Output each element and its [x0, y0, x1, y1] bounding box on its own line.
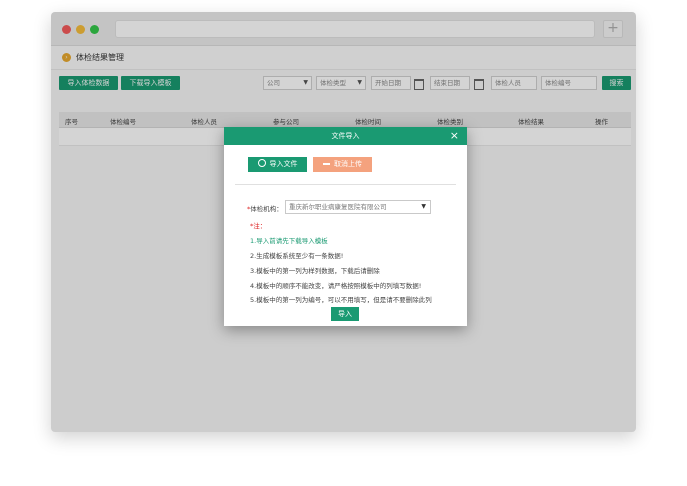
note-title: *注： — [250, 222, 267, 230]
org-label: *体检机构： — [247, 203, 283, 213]
cancel-icon — [323, 159, 330, 165]
file-import-dialog: 文件导入 × 导入文件 取消上传 *体检机构： 重庆新尔职业病康复医院有限公司 … — [224, 127, 467, 326]
org-select[interactable]: 重庆新尔职业病康复医院有限公司 ▼ — [285, 200, 431, 214]
import-button[interactable]: 导入 — [331, 307, 359, 321]
cancel-upload-button[interactable]: 取消上传 — [313, 157, 372, 172]
upload-circle-icon — [257, 159, 266, 167]
note-item: 5.模板中的第一列为编号，可以不用填写，但是请不要删除此列 — [250, 296, 432, 304]
import-file-button[interactable]: 导入文件 — [248, 157, 307, 172]
org-select-value: 重庆新尔职业病康复医院有限公司 — [289, 203, 387, 211]
import-file-label: 导入文件 — [269, 160, 298, 168]
dialog-header: 文件导入 × — [224, 127, 467, 145]
org-label-text: 体检机构： — [250, 205, 283, 213]
note-item: 2.生成模板系统至少有一条数据! — [250, 252, 344, 260]
cancel-upload-label: 取消上传 — [334, 160, 362, 168]
close-icon[interactable]: × — [450, 127, 459, 145]
dropdown-arrow-icon: ▼ — [421, 203, 426, 210]
dialog-title: 文件导入 — [331, 132, 360, 140]
divider — [235, 184, 456, 185]
note-item: 3.模板中的第一列为样列数据，下载后请删除 — [250, 267, 380, 275]
note-item: 1.导入前请先下载导入模板 — [250, 237, 328, 245]
note-item: 4.模板中的顺序不能改变，请严格按照模板中的列填写数据! — [250, 282, 422, 290]
